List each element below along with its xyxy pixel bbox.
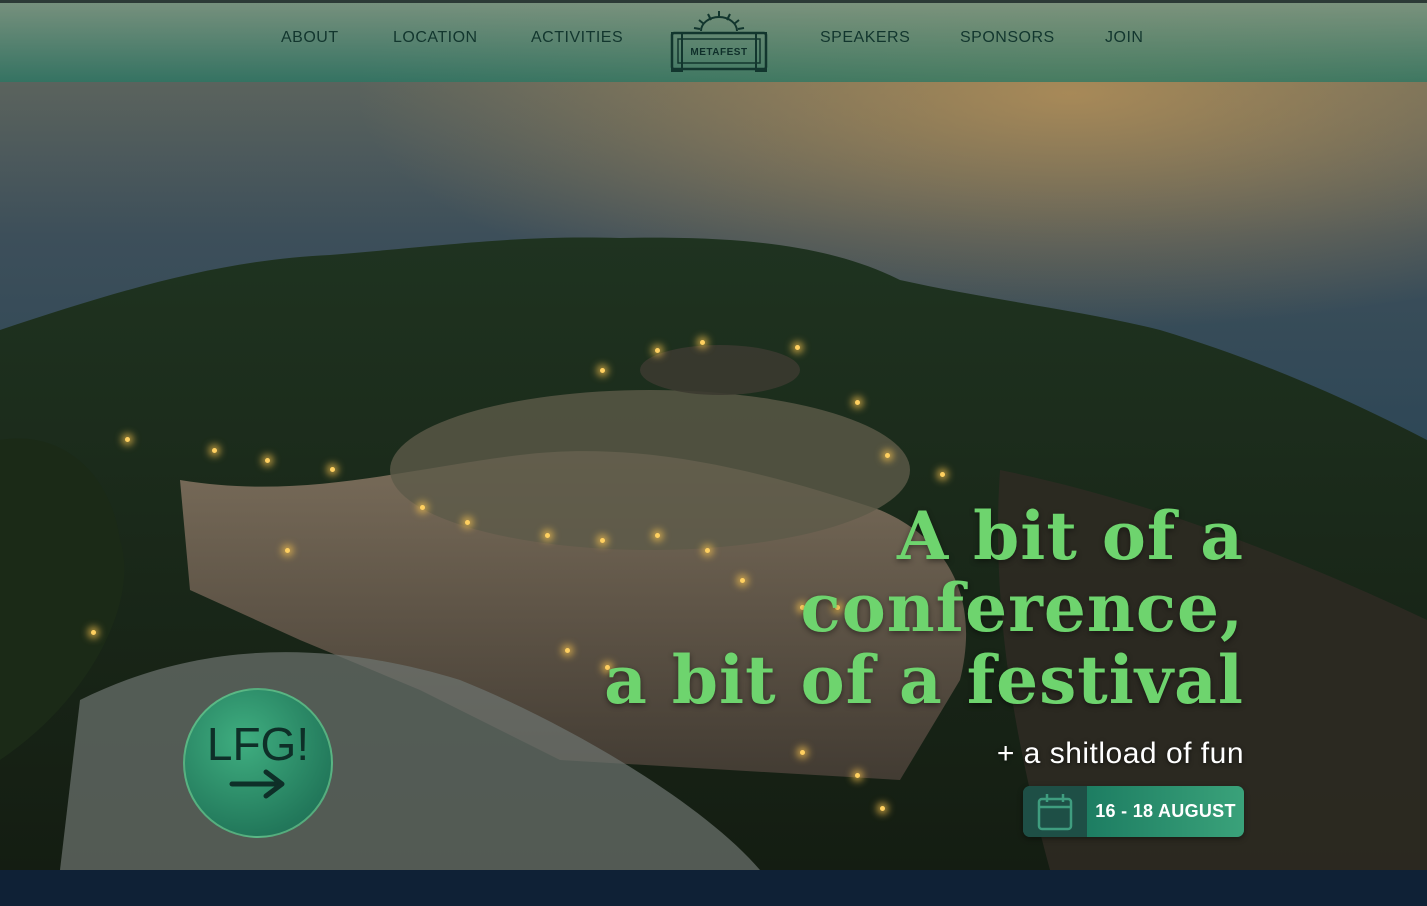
lfg-label: LFG! <box>206 718 310 770</box>
footer-band <box>0 870 1427 906</box>
nav-link-join[interactable]: JOIN <box>1105 29 1143 47</box>
top-navigation-bar: ABOUT LOCATION ACTIVITIES METAFEST SPEAK… <box>0 0 1427 82</box>
calendar-icon-box <box>1023 786 1087 837</box>
headline-line-3: a bit of a festival <box>604 641 1244 719</box>
hero-subline: + a shitload of fun <box>996 737 1244 770</box>
lfg-cta-button[interactable]: LFG! <box>183 688 333 838</box>
nav-link-activities[interactable]: ACTIVITIES <box>531 29 623 47</box>
headline-line-2: conference, <box>800 569 1244 647</box>
hero-headline: A bit of a conference, a bit of a festiv… <box>604 500 1244 716</box>
fort-ring <box>640 345 800 395</box>
headline-line-1: A bit of a <box>896 497 1244 575</box>
event-date: 16 - 18 AUGUST <box>1087 786 1244 837</box>
nav-link-location[interactable]: LOCATION <box>393 29 478 47</box>
metafest-logo[interactable]: METAFEST <box>668 9 770 75</box>
nav-link-speakers[interactable]: SPEAKERS <box>820 29 910 47</box>
sun-icon <box>670 11 768 72</box>
calendar-icon <box>1037 793 1073 830</box>
nav-link-about[interactable]: ABOUT <box>281 29 339 47</box>
nav-link-sponsors[interactable]: SPONSORS <box>960 29 1055 47</box>
arrow-right-icon <box>229 769 285 799</box>
logo-text: METAFEST <box>690 47 748 58</box>
event-date-badge: 16 - 18 AUGUST <box>1023 786 1244 837</box>
